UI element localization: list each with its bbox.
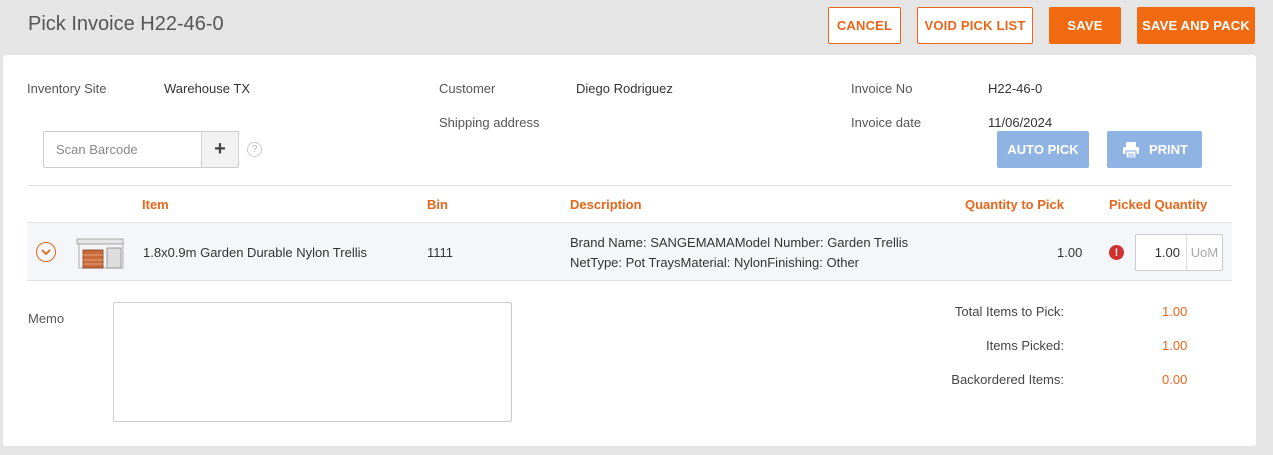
product-thumbnail: [76, 238, 124, 269]
picked-quantity-input[interactable]: [1136, 235, 1186, 270]
void-pick-list-button[interactable]: VOID PICK LIST: [917, 7, 1033, 44]
customer-label: Customer: [439, 81, 496, 96]
print-button[interactable]: PRINT: [1107, 131, 1202, 168]
printer-icon: [1123, 141, 1139, 159]
auto-pick-button[interactable]: AUTO PICK: [997, 131, 1089, 168]
table-row: 1.8x0.9m Garden Durable Nylon Trellis 11…: [27, 222, 1232, 281]
item-name: 1.8x0.9m Garden Durable Nylon Trellis: [143, 245, 367, 260]
backordered-items-label: Backordered Items:: [951, 372, 1064, 387]
bin-value: 1111: [427, 245, 454, 260]
page-title: Pick Invoice H22-46-0: [28, 13, 224, 35]
scan-barcode-group: +: [43, 131, 239, 168]
column-header-bin: Bin: [427, 197, 448, 212]
scan-barcode-input[interactable]: [44, 132, 201, 167]
column-header-description: Description: [570, 197, 642, 212]
backordered-items-value: 0.00: [1162, 372, 1188, 387]
plus-icon[interactable]: +: [201, 132, 238, 167]
total-items-label: Total Items to Pick:: [954, 304, 1064, 319]
column-header-item: Item: [142, 197, 169, 212]
error-icon: !: [1109, 245, 1124, 260]
shipping-address-label: Shipping address: [439, 115, 540, 130]
chevron-down-icon[interactable]: [36, 242, 56, 262]
print-label: PRINT: [1149, 142, 1188, 157]
item-description: Brand Name: SANGEMAMAModel Number: Garde…: [570, 233, 908, 273]
inventory-site-value: Warehouse TX: [164, 81, 250, 96]
invoice-no-label: Invoice No: [851, 81, 913, 96]
customer-value: Diego Rodriguez: [576, 81, 673, 96]
memo-textarea[interactable]: [113, 302, 512, 422]
invoice-no-value: H22-46-0: [988, 81, 1043, 96]
items-picked-value: 1.00: [1162, 338, 1188, 353]
cancel-button[interactable]: CANCEL: [828, 7, 901, 44]
description-line: Brand Name: SANGEMAMAModel Number: Garde…: [570, 235, 909, 250]
column-header-picked-quantity: Picked Quantity: [1109, 197, 1208, 212]
divider: [27, 185, 1232, 186]
pick-invoice-card: Inventory Site Warehouse TX Customer Die…: [3, 55, 1256, 446]
invoice-date-label: Invoice date: [851, 115, 922, 130]
invoice-date-value: 11/06/2024: [988, 115, 1053, 130]
picked-quantity-group: UoM: [1135, 234, 1223, 271]
save-button[interactable]: SAVE: [1049, 7, 1121, 44]
column-header-quantity-to-pick: Quantity to Pick: [965, 197, 1064, 212]
help-icon[interactable]: ?: [247, 142, 262, 157]
inventory-site-label: Inventory Site: [27, 81, 107, 96]
save-and-pack-button[interactable]: SAVE AND PACK: [1137, 7, 1255, 44]
total-items-value: 1.00: [1162, 304, 1188, 319]
quantity-to-pick-value: 1.00: [1057, 245, 1083, 260]
memo-label: Memo: [28, 311, 65, 326]
description-line: NetType: Pot TraysMaterial: NylonFinishi…: [570, 255, 860, 270]
uom-label: UoM: [1186, 235, 1222, 270]
items-picked-label: Items Picked:: [985, 338, 1064, 353]
